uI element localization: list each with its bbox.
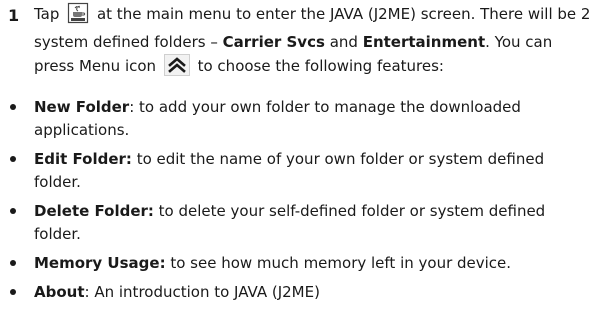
list-item: Edit Folder: to edit the name of your ow… xyxy=(0,148,594,194)
feature-desc: An introduction to JAVA (J2ME) xyxy=(89,283,320,301)
step-number: 1 xyxy=(8,6,20,25)
bullet-icon xyxy=(10,208,16,214)
document-page: 1 Tap at the main menu to enter the JAVA… xyxy=(0,0,597,301)
feature-list: New Folder: to add your own folder to ma… xyxy=(0,96,597,310)
menu-up-chevron-icon xyxy=(163,54,190,83)
list-item: Delete Folder: to delete your self-defin… xyxy=(0,200,594,246)
step-and: and xyxy=(329,33,358,51)
step-text-d: to choose the following features: xyxy=(197,57,444,75)
folder-carrier-svcs: Carrier Svcs xyxy=(222,33,325,51)
feature-label: About xyxy=(34,283,85,301)
step-text-a: Tap xyxy=(34,5,60,23)
list-item: Memory Usage: to see how much memory lef… xyxy=(0,252,594,275)
step-text: Tap at the main menu to enter the JAVA (… xyxy=(34,2,594,83)
bullet-icon xyxy=(10,260,16,266)
feature-label: Delete Folder: xyxy=(34,202,154,220)
bullet-icon xyxy=(10,156,16,162)
feature-label: New Folder xyxy=(34,98,130,116)
list-item: About: An introduction to JAVA (J2ME) xyxy=(0,281,594,304)
feature-label: Edit Folder: xyxy=(34,150,132,168)
java-app-icon xyxy=(67,2,89,31)
feature-label: Memory Usage: xyxy=(34,254,166,272)
folder-entertainment: Entertainment xyxy=(362,33,486,51)
bullet-icon xyxy=(10,104,16,110)
list-item: New Folder: to add your own folder to ma… xyxy=(0,96,594,142)
bullet-icon xyxy=(10,289,16,295)
feature-desc: to see how much memory left in your devi… xyxy=(165,254,512,272)
